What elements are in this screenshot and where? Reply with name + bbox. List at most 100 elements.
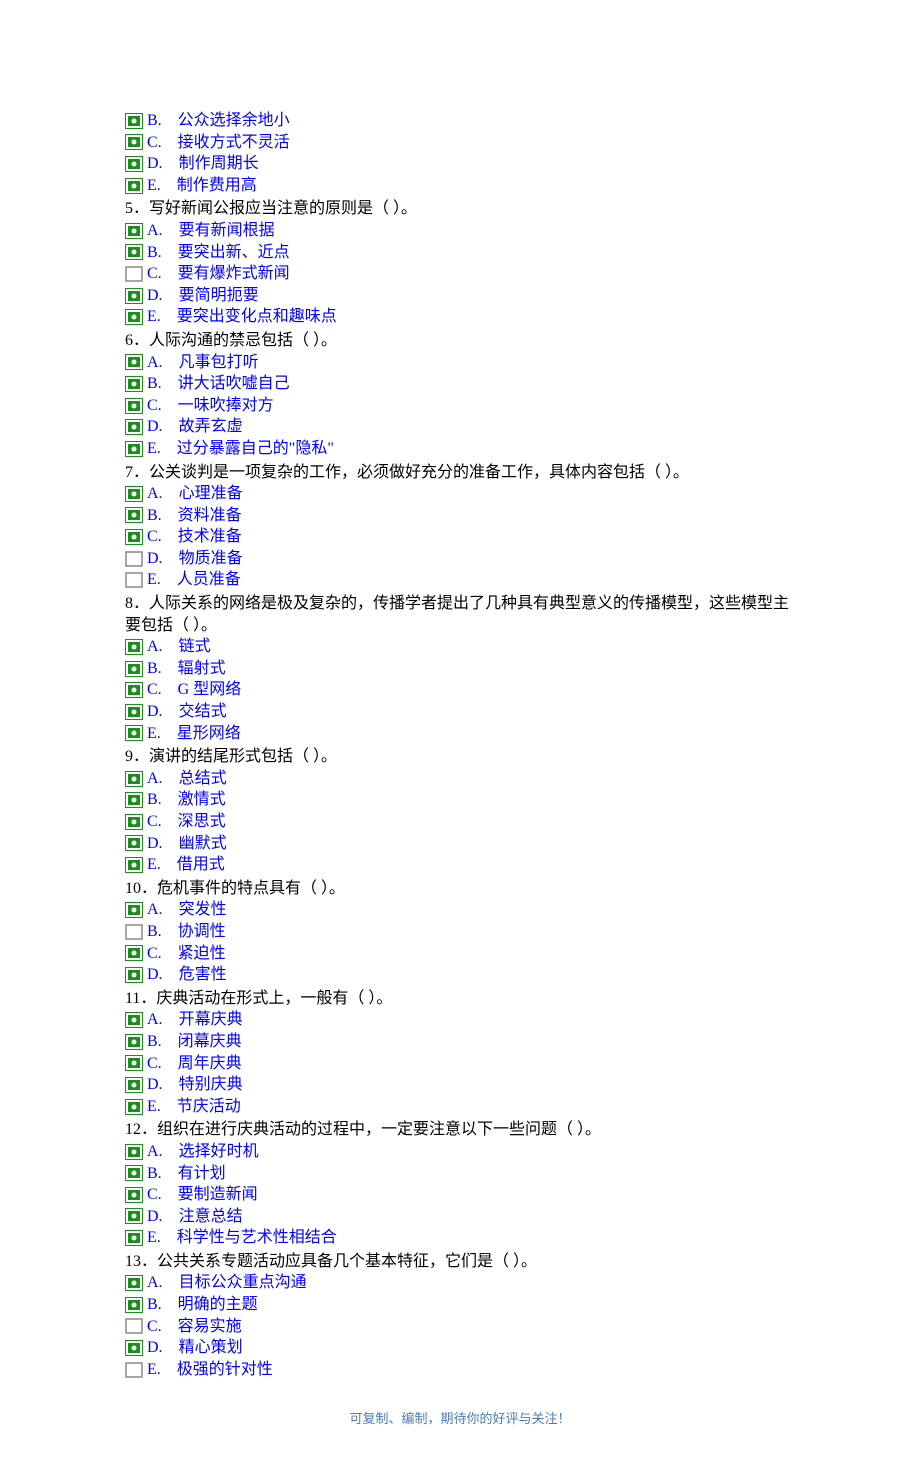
option-row: A.凡事包打听 bbox=[125, 352, 795, 374]
option-letter: D. bbox=[147, 833, 163, 855]
checkbox-checked-icon[interactable] bbox=[125, 1099, 143, 1115]
option-row: E.节庆活动 bbox=[125, 1096, 795, 1118]
checkbox-checked-icon[interactable] bbox=[125, 376, 143, 392]
question-text: 11．庆典活动在形式上，一般有（ ）。 bbox=[125, 988, 795, 1010]
option-row: B.明确的主题 bbox=[125, 1294, 795, 1316]
option-row: B.要突出新、近点 bbox=[125, 242, 795, 264]
option-text: 人员准备 bbox=[177, 569, 241, 591]
checkbox-checked-icon[interactable] bbox=[125, 1012, 143, 1028]
checkbox-checked-icon[interactable] bbox=[125, 507, 143, 523]
checkbox-checked-icon[interactable] bbox=[125, 244, 143, 260]
checkbox-checked-icon[interactable] bbox=[125, 134, 143, 150]
checkbox-checked-icon[interactable] bbox=[125, 639, 143, 655]
checkbox-checked-icon[interactable] bbox=[125, 178, 143, 194]
checkbox-checked-icon[interactable] bbox=[125, 1144, 143, 1160]
question-stem: 公共关系专题活动应具备几个基本特征，它们是（ ）。 bbox=[157, 1253, 537, 1270]
checkbox-checked-icon[interactable] bbox=[125, 354, 143, 370]
checkbox-checked-icon[interactable] bbox=[125, 945, 143, 961]
option-text: 公众选择余地小 bbox=[178, 110, 290, 132]
checkbox-checked-icon[interactable] bbox=[125, 419, 143, 435]
checkbox-unchecked-icon[interactable] bbox=[125, 551, 143, 567]
checkbox-unchecked-icon[interactable] bbox=[125, 572, 143, 588]
checkbox-checked-icon[interactable] bbox=[125, 309, 143, 325]
option-row: A.要有新闻根据 bbox=[125, 220, 795, 242]
checkbox-checked-icon[interactable] bbox=[125, 1208, 143, 1224]
question-number: 12． bbox=[125, 1121, 157, 1138]
checkbox-unchecked-icon[interactable] bbox=[125, 924, 143, 940]
checkbox-checked-icon[interactable] bbox=[125, 792, 143, 808]
checkbox-checked-icon[interactable] bbox=[125, 1055, 143, 1071]
option-text: 紧迫性 bbox=[178, 943, 226, 965]
option-letter: A. bbox=[147, 636, 163, 658]
checkbox-checked-icon[interactable] bbox=[125, 1077, 143, 1093]
checkbox-checked-icon[interactable] bbox=[125, 725, 143, 741]
option-letter: B. bbox=[147, 921, 162, 943]
checkbox-unchecked-icon[interactable] bbox=[125, 266, 143, 282]
option-text: 接收方式不灵活 bbox=[178, 132, 290, 154]
checkbox-checked-icon[interactable] bbox=[125, 441, 143, 457]
checkbox-checked-icon[interactable] bbox=[125, 1165, 143, 1181]
checkbox-checked-icon[interactable] bbox=[125, 398, 143, 414]
option-letter: D. bbox=[147, 1337, 163, 1359]
checkbox-checked-icon[interactable] bbox=[125, 223, 143, 239]
question-stem: 人际沟通的禁忌包括（ ）。 bbox=[149, 332, 337, 349]
checkbox-checked-icon[interactable] bbox=[125, 1187, 143, 1203]
checkbox-checked-icon[interactable] bbox=[125, 156, 143, 172]
checkbox-checked-icon[interactable] bbox=[125, 1340, 143, 1356]
checkbox-checked-icon[interactable] bbox=[125, 288, 143, 304]
option-letter: B. bbox=[147, 110, 162, 132]
checkbox-checked-icon[interactable] bbox=[125, 967, 143, 983]
option-row: A.目标公众重点沟通 bbox=[125, 1272, 795, 1294]
option-letter: C. bbox=[147, 1184, 162, 1206]
checkbox-checked-icon[interactable] bbox=[125, 771, 143, 787]
question-stem: 危机事件的特点具有（ ）。 bbox=[157, 880, 345, 897]
question-stem: 公关谈判是一项复杂的工作，必须做好充分的准备工作，具体内容包括（ ）。 bbox=[149, 464, 689, 481]
option-text: 凡事包打听 bbox=[179, 352, 259, 374]
option-text: 要突出新、近点 bbox=[178, 242, 290, 264]
option-letter: C. bbox=[147, 132, 162, 154]
checkbox-unchecked-icon[interactable] bbox=[125, 1318, 143, 1334]
option-letter: B. bbox=[147, 1163, 162, 1185]
option-row: D.注意总结 bbox=[125, 1206, 795, 1228]
checkbox-checked-icon[interactable] bbox=[125, 857, 143, 873]
checkbox-checked-icon[interactable] bbox=[125, 902, 143, 918]
option-text: 讲大话吹嘘自己 bbox=[178, 373, 290, 395]
option-row: C.周年庆典 bbox=[125, 1053, 795, 1075]
checkbox-checked-icon[interactable] bbox=[125, 682, 143, 698]
option-row: D.要简明扼要 bbox=[125, 285, 795, 307]
question-text: 5．写好新闻公报应当注意的原则是（ ）。 bbox=[125, 198, 795, 220]
checkbox-checked-icon[interactable] bbox=[125, 1275, 143, 1291]
checkbox-checked-icon[interactable] bbox=[125, 529, 143, 545]
option-letter: E. bbox=[147, 854, 161, 876]
checkbox-checked-icon[interactable] bbox=[125, 1034, 143, 1050]
option-row: A.突发性 bbox=[125, 899, 795, 921]
option-letter: C. bbox=[147, 395, 162, 417]
checkbox-checked-icon[interactable] bbox=[125, 486, 143, 502]
option-letter: D. bbox=[147, 1206, 163, 1228]
option-letter: A. bbox=[147, 1009, 163, 1031]
checkbox-checked-icon[interactable] bbox=[125, 1230, 143, 1246]
checkbox-checked-icon[interactable] bbox=[125, 1297, 143, 1313]
option-letter: E. bbox=[147, 438, 161, 460]
question-text: 12．组织在进行庆典活动的过程中，一定要注意以下一些问题（ ）。 bbox=[125, 1119, 795, 1141]
option-text: 明确的主题 bbox=[178, 1294, 258, 1316]
option-text: 要有爆炸式新闻 bbox=[178, 263, 290, 285]
checkbox-unchecked-icon[interactable] bbox=[125, 1362, 143, 1378]
checkbox-checked-icon[interactable] bbox=[125, 835, 143, 851]
option-row: B.有计划 bbox=[125, 1163, 795, 1185]
option-row: B.激情式 bbox=[125, 789, 795, 811]
option-row: D.幽默式 bbox=[125, 833, 795, 855]
checkbox-checked-icon[interactable] bbox=[125, 814, 143, 830]
option-text: 总结式 bbox=[179, 768, 227, 790]
option-row: E.过分暴露自己的"隐私" bbox=[125, 438, 795, 460]
question-number: 13． bbox=[125, 1253, 157, 1270]
question-number: 5． bbox=[125, 200, 149, 217]
checkbox-checked-icon[interactable] bbox=[125, 661, 143, 677]
option-text: 要制造新闻 bbox=[178, 1184, 258, 1206]
question-number: 10． bbox=[125, 880, 157, 897]
option-letter: E. bbox=[147, 1359, 161, 1381]
option-row: B.讲大话吹嘘自己 bbox=[125, 373, 795, 395]
checkbox-checked-icon[interactable] bbox=[125, 704, 143, 720]
checkbox-checked-icon[interactable] bbox=[125, 113, 143, 129]
option-text: 资料准备 bbox=[178, 505, 242, 527]
